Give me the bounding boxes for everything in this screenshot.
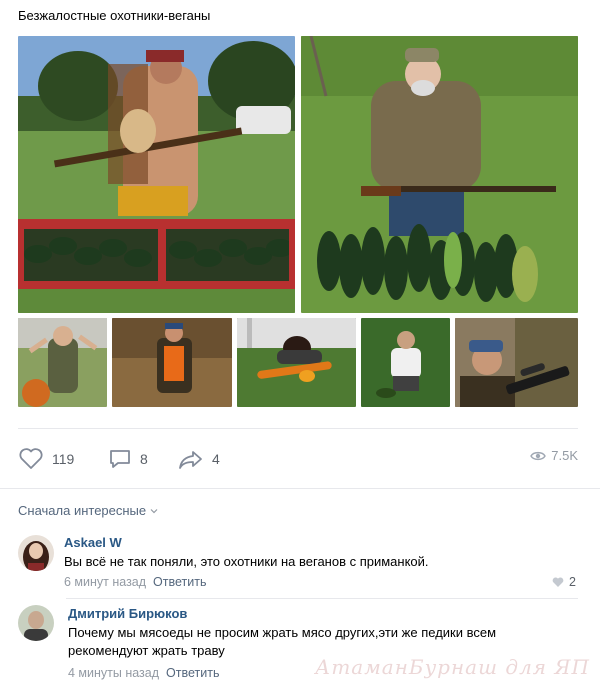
post-divider xyxy=(18,428,578,429)
comment-author[interactable]: Askael W xyxy=(64,535,122,550)
comment-button[interactable]: 8 xyxy=(108,448,148,470)
comment-author[interactable]: Дмитрий Бирюков xyxy=(68,606,187,621)
share-count: 4 xyxy=(212,451,220,467)
post-thumb-5[interactable] xyxy=(455,318,578,407)
comment-time[interactable]: 6 минут назад xyxy=(64,575,146,589)
heart-icon xyxy=(552,576,564,587)
thumb-3-image xyxy=(237,318,356,407)
comment-divider xyxy=(66,598,578,599)
avatar[interactable] xyxy=(18,535,54,571)
post-photo-1[interactable] xyxy=(18,36,295,313)
like-button[interactable]: 119 xyxy=(18,448,74,470)
share-arrow-icon xyxy=(179,451,202,469)
avatar-image xyxy=(18,605,54,641)
comment-meta: 6 минут назад Ответить xyxy=(64,575,206,589)
comment-like-count: 2 xyxy=(569,575,576,589)
comment-text: Вы всё не так поняли, это охотники на ве… xyxy=(64,554,429,569)
comment-icon xyxy=(110,450,130,468)
post-thumb-3[interactable] xyxy=(237,318,356,407)
comment-item: Askael W Вы всё не так поняли, это охотн… xyxy=(18,532,578,592)
thumb-4-image xyxy=(361,318,450,407)
comments-sort-dropdown[interactable]: Сначала интересные xyxy=(18,503,158,518)
post-thumb-2[interactable] xyxy=(112,318,232,407)
post-actions-bar: 119 8 4 7.5K xyxy=(18,448,578,470)
like-count: 119 xyxy=(52,451,75,467)
avatar[interactable] xyxy=(18,605,54,641)
photo-2-image xyxy=(301,36,578,313)
heart-icon xyxy=(19,448,43,469)
comment-count: 8 xyxy=(140,451,148,467)
sort-label: Сначала интересные xyxy=(18,503,147,518)
post-thumb-1[interactable] xyxy=(18,318,107,407)
post-thumb-4[interactable] xyxy=(361,318,450,407)
section-divider xyxy=(0,488,600,489)
comment-meta: 4 минуты назад Ответить xyxy=(68,666,219,680)
reply-button[interactable]: Ответить xyxy=(166,666,219,680)
views-counter: 7.5K xyxy=(530,448,578,463)
thumb-2-image xyxy=(112,318,232,407)
photo-1-image xyxy=(18,36,295,313)
reply-button[interactable]: Ответить xyxy=(153,575,206,589)
thumb-5-image xyxy=(455,318,578,407)
views-count: 7.5K xyxy=(551,448,578,463)
post-title: Безжалостные охотники-веганы xyxy=(18,8,211,23)
chevron-down-icon xyxy=(150,508,158,513)
watermark: АтаманБурнаш для ЯП xyxy=(315,655,590,679)
eye-icon xyxy=(530,451,547,460)
share-button[interactable]: 4 xyxy=(178,448,220,470)
comment-like-button[interactable]: 2 xyxy=(552,575,576,589)
post-photo-2[interactable] xyxy=(301,36,578,313)
avatar-image xyxy=(18,535,54,571)
comment-time[interactable]: 4 минуты назад xyxy=(68,666,159,680)
thumb-1-image xyxy=(18,318,107,407)
